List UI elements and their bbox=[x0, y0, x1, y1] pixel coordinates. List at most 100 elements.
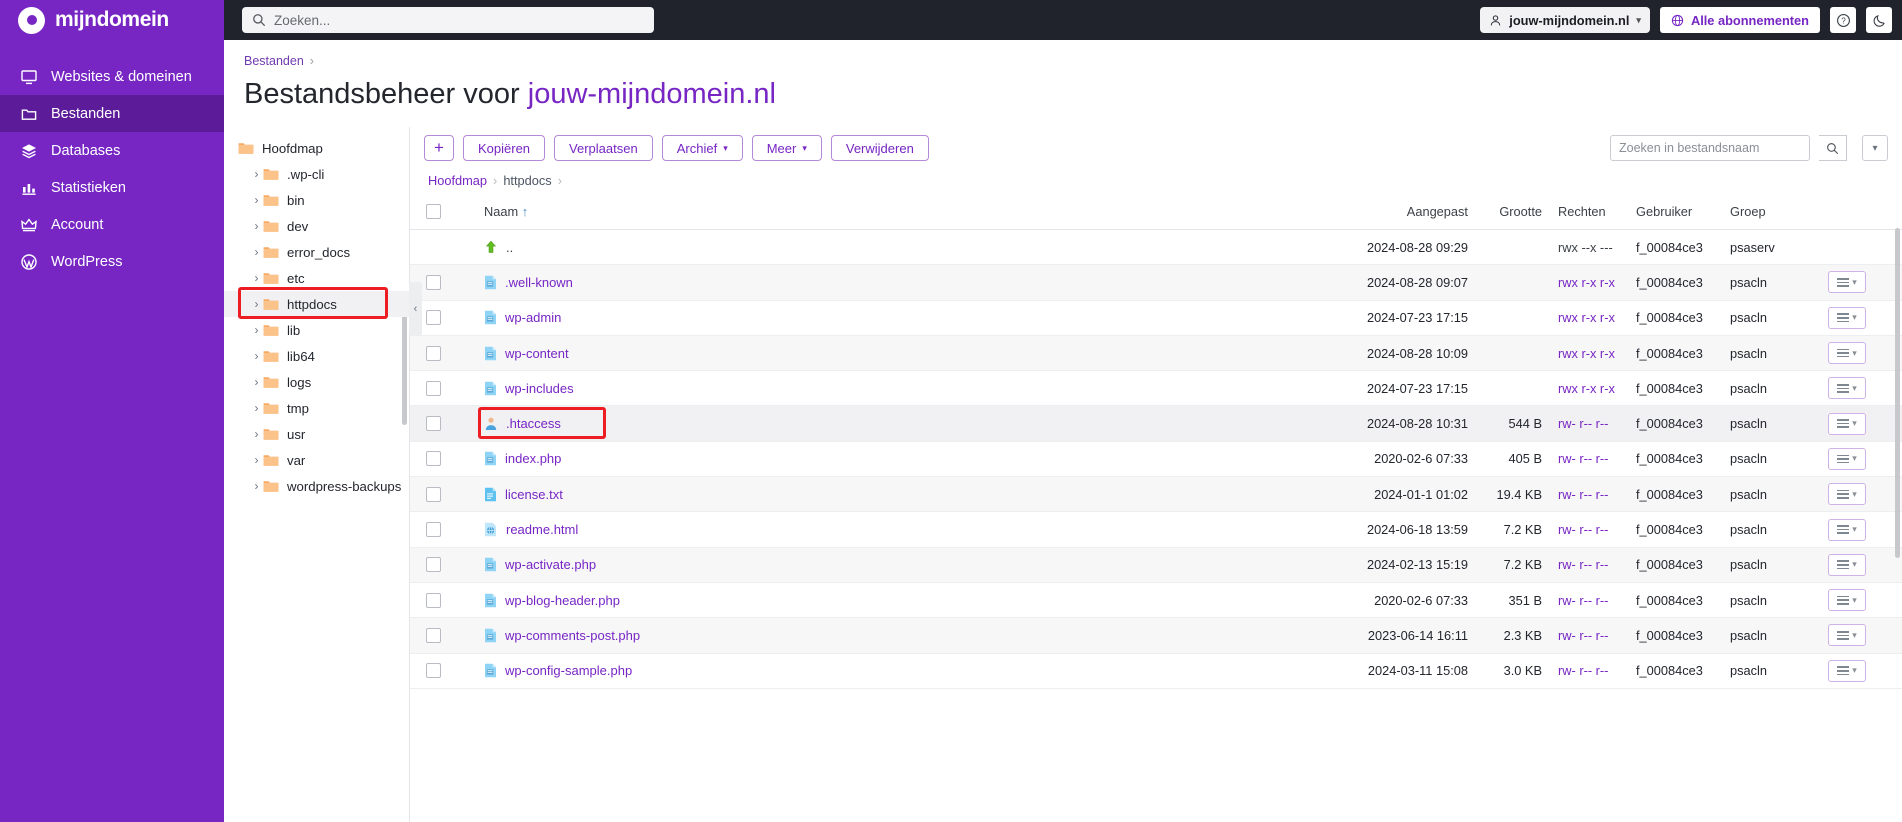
row-actions-button[interactable]: ▾ bbox=[1828, 342, 1866, 365]
table-row[interactable]: wp-admin 2024-07-23 17:15 rwx r-x r-x f_00… bbox=[410, 300, 1902, 336]
row-name-link[interactable]: wp-admin bbox=[505, 310, 561, 325]
row-name-link[interactable]: .. bbox=[506, 240, 513, 255]
row-permissions[interactable]: rw- r-- r-- bbox=[1552, 405, 1636, 442]
table-row[interactable]: wp-comments-post.php 2023-06-14 16:11 2.3… bbox=[410, 617, 1902, 654]
row-permissions[interactable]: rw- r-- r-- bbox=[1552, 617, 1636, 654]
row-permissions[interactable]: rw- r-- r-- bbox=[1552, 653, 1636, 689]
row-checkbox[interactable] bbox=[426, 663, 441, 679]
chevron-right-icon[interactable]: › bbox=[250, 401, 263, 415]
chevron-right-icon[interactable]: › bbox=[250, 245, 263, 259]
row-name-link[interactable]: wp-blog-header.php bbox=[505, 593, 620, 608]
archive-button[interactable]: Archief ▾ bbox=[661, 135, 743, 161]
breadcrumb-top-link[interactable]: Bestanden bbox=[244, 54, 304, 68]
add-button[interactable]: + bbox=[424, 135, 454, 161]
row-name-link[interactable]: license.txt bbox=[505, 487, 563, 502]
sidebar-item-wordpress[interactable]: WordPress bbox=[0, 243, 224, 280]
row-actions-button[interactable]: ▾ bbox=[1828, 624, 1866, 647]
tree-item-var[interactable]: › var bbox=[224, 447, 409, 473]
row-checkbox[interactable] bbox=[426, 380, 441, 396]
row-checkbox[interactable] bbox=[426, 557, 441, 573]
chevron-right-icon[interactable]: › bbox=[250, 453, 263, 467]
chevron-right-icon[interactable]: › bbox=[250, 219, 263, 233]
file-list-scrollbar[interactable] bbox=[1895, 228, 1900, 558]
chevron-right-icon[interactable]: › bbox=[250, 323, 263, 337]
move-button[interactable]: Verplaatsen bbox=[554, 135, 653, 161]
row-name-link[interactable]: index.php bbox=[505, 451, 561, 466]
more-button[interactable]: Meer ▾ bbox=[751, 135, 822, 161]
select-all-checkbox[interactable] bbox=[426, 204, 441, 219]
chevron-right-icon[interactable]: › bbox=[250, 271, 263, 285]
table-row[interactable]: .well-known 2024-08-28 09:07 rwx r-x r-x f… bbox=[410, 264, 1902, 301]
chevron-right-icon[interactable]: › bbox=[250, 167, 263, 181]
row-actions-button[interactable]: ▾ bbox=[1828, 412, 1866, 435]
breadcrumb-current[interactable]: httpdocs bbox=[503, 173, 551, 188]
sidebar-item-websites-domeinen[interactable]: Websites & domeinen bbox=[0, 58, 224, 95]
row-checkbox[interactable] bbox=[426, 486, 441, 502]
search-options-button[interactable]: ▾ bbox=[1862, 135, 1888, 161]
tree-item-lib[interactable]: › lib bbox=[224, 317, 409, 343]
row-checkbox[interactable] bbox=[426, 592, 441, 608]
col-group[interactable]: Groep bbox=[1730, 198, 1826, 230]
row-name-link[interactable]: .htaccess bbox=[506, 416, 561, 431]
breadcrumb-root-link[interactable]: Hoofdmap bbox=[428, 173, 487, 188]
table-row[interactable]: wp-config-sample.php 2024-03-11 15:08 3.0… bbox=[410, 653, 1902, 689]
row-name-link[interactable]: wp-includes bbox=[505, 381, 574, 396]
row-permissions[interactable]: rw- r-- r-- bbox=[1552, 476, 1636, 513]
filename-search-button[interactable] bbox=[1819, 135, 1847, 161]
row-name-link[interactable]: readme.html bbox=[506, 522, 578, 537]
tree-item-lib64[interactable]: › lib64 bbox=[224, 343, 409, 369]
chevron-right-icon[interactable]: › bbox=[250, 479, 263, 493]
table-row[interactable]: .. 2024-08-28 09:29 rwx --x --- f_00084ce3… bbox=[410, 229, 1902, 266]
col-user[interactable]: Gebruiker bbox=[1636, 198, 1730, 230]
chevron-right-icon[interactable]: › bbox=[250, 297, 263, 311]
row-actions-button[interactable]: ▾ bbox=[1828, 483, 1866, 506]
table-row[interactable]: .htaccess 2024-08-28 10:31 544 Brw- r-- r… bbox=[410, 405, 1902, 442]
row-actions-button[interactable]: ▾ bbox=[1828, 271, 1866, 294]
row-name-link[interactable]: wp-config-sample.php bbox=[505, 663, 632, 678]
delete-button[interactable]: Verwijderen bbox=[830, 135, 929, 161]
row-name-link[interactable]: wp-comments-post.php bbox=[505, 628, 640, 643]
row-permissions[interactable]: rwx r-x r-x bbox=[1552, 335, 1636, 372]
tree-item-error-docs[interactable]: › error_docs bbox=[224, 239, 409, 265]
row-checkbox[interactable] bbox=[426, 310, 441, 326]
account-selector[interactable]: jouw-mijndomein.nl ▾ bbox=[1480, 7, 1650, 33]
table-row[interactable]: index.php 2020-02-6 07:33 405 Brw- r-- r-… bbox=[410, 441, 1902, 478]
sidebar-item-bestanden[interactable]: Bestanden bbox=[0, 95, 224, 132]
row-actions-button[interactable]: ▾ bbox=[1828, 447, 1866, 470]
col-size[interactable]: Grootte bbox=[1478, 198, 1552, 230]
tree-item-wordpress-backups[interactable]: › wordpress-backups bbox=[224, 473, 409, 499]
table-row[interactable]: wp-blog-header.php 2020-02-6 07:33 351 Br… bbox=[410, 582, 1902, 619]
table-row[interactable]: wp-includes 2024-07-23 17:15 rwx r-x r-x f… bbox=[410, 370, 1902, 407]
tree-item-httpdocs[interactable]: › httpdocs bbox=[224, 291, 409, 317]
tree-item-logs[interactable]: › logs bbox=[224, 369, 409, 395]
row-actions-button[interactable]: ▾ bbox=[1828, 553, 1866, 576]
col-name[interactable]: Naam ↑ bbox=[456, 198, 1346, 230]
tree-item-bin[interactable]: › bin bbox=[224, 187, 409, 213]
row-name-link[interactable]: wp-content bbox=[505, 346, 569, 361]
tree-item-dev[interactable]: › dev bbox=[224, 213, 409, 239]
row-checkbox[interactable] bbox=[426, 451, 441, 467]
row-actions-button[interactable]: ▾ bbox=[1828, 306, 1866, 329]
chevron-right-icon[interactable]: › bbox=[250, 375, 263, 389]
row-checkbox[interactable] bbox=[426, 522, 441, 538]
tree-item-wp-cli[interactable]: › .wp-cli bbox=[224, 161, 409, 187]
row-actions-button[interactable]: ▾ bbox=[1828, 659, 1866, 682]
logo[interactable]: mijndomein bbox=[0, 0, 224, 40]
table-row[interactable]: license.txt 2024-01-1 01:02 19.4 KB rw- r-… bbox=[410, 476, 1902, 513]
row-permissions[interactable]: rw- r-- r-- bbox=[1552, 582, 1636, 619]
col-date[interactable]: Aangepast bbox=[1346, 198, 1478, 230]
global-search-input[interactable] bbox=[274, 12, 644, 28]
row-permissions[interactable]: rw- r-- r-- bbox=[1552, 547, 1636, 583]
sidebar-collapse-handle[interactable]: ‹ bbox=[409, 282, 422, 336]
all-subscriptions-button[interactable]: Alle abonnementen bbox=[1659, 7, 1820, 33]
help-button[interactable]: ? bbox=[1830, 7, 1856, 33]
table-row[interactable]: wp-content 2024-08-28 10:09 rwx r-x r-x f_… bbox=[410, 335, 1902, 372]
row-actions-button[interactable]: ▾ bbox=[1828, 589, 1866, 612]
row-checkbox[interactable] bbox=[426, 627, 441, 643]
sidebar-item-statistieken[interactable]: Statistieken bbox=[0, 169, 224, 206]
row-permissions[interactable]: rw- r-- r-- bbox=[1552, 441, 1636, 478]
tree-item-etc[interactable]: › etc bbox=[224, 265, 409, 291]
tree-item-root[interactable]: Hoofdmap bbox=[224, 135, 409, 161]
row-checkbox[interactable] bbox=[426, 416, 441, 432]
chevron-right-icon[interactable]: › bbox=[250, 193, 263, 207]
